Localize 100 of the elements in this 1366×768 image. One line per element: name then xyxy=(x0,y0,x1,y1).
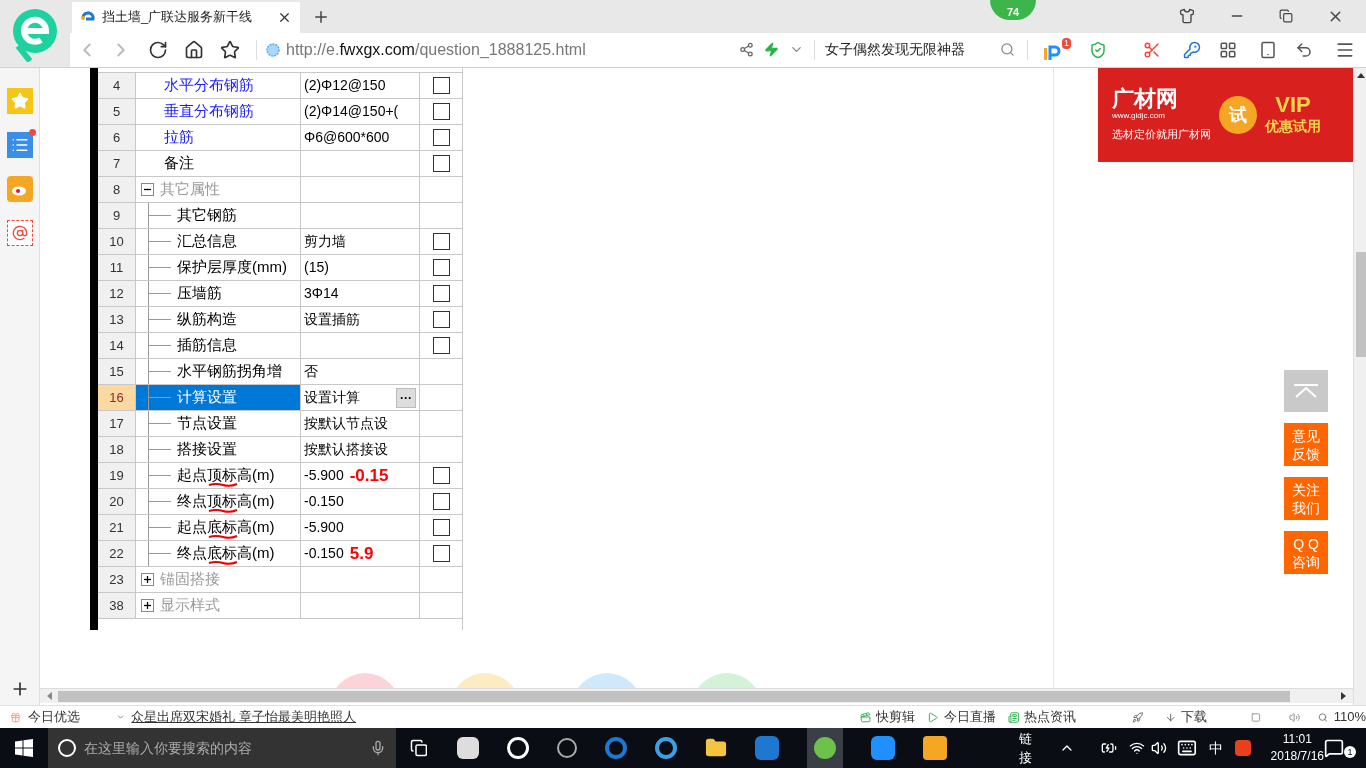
checkbox[interactable] xyxy=(433,493,450,510)
shield-icon[interactable] xyxy=(1089,40,1107,59)
property-name: 节点设置 xyxy=(177,413,237,434)
zoom-icon[interactable] xyxy=(1317,710,1328,724)
row-number: 13 xyxy=(98,307,136,332)
taskbar-search-field[interactable]: 在这里输入你要搜索的内容 xyxy=(47,728,396,768)
shirt-icon[interactable] xyxy=(1179,8,1195,24)
list-icon[interactable] xyxy=(6,132,33,158)
share-icon[interactable] xyxy=(739,42,754,58)
property-value: 剪力墙 xyxy=(304,232,346,251)
task-view-icon[interactable] xyxy=(409,739,428,757)
notification-badge: 1 xyxy=(1062,37,1071,49)
status-item[interactable]: 今日直播 xyxy=(943,707,996,727)
expand-button[interactable] xyxy=(141,599,154,612)
horizontal-scrollbar-thumb[interactable] xyxy=(58,690,1290,702)
tablet-icon[interactable] xyxy=(1259,40,1277,59)
keyboard-icon[interactable] xyxy=(1176,738,1197,758)
property-name: 搭接设置 xyxy=(177,439,237,460)
scissors-icon[interactable] xyxy=(1143,40,1161,59)
property-name: 垂直分布钢筋 xyxy=(164,101,254,122)
property-name: 终点顶标高(m) xyxy=(177,491,275,512)
key-icon[interactable] xyxy=(1183,40,1201,59)
property-name: 其它属性 xyxy=(160,179,220,200)
expand-button[interactable] xyxy=(141,573,154,586)
checkbox[interactable] xyxy=(433,545,450,562)
ime-indicator[interactable]: 中 xyxy=(1208,737,1223,759)
property-name: 汇总信息 xyxy=(177,231,237,252)
property-name: 纵筋构造 xyxy=(177,309,237,330)
home-icon[interactable] xyxy=(184,39,204,60)
battery-icon[interactable] xyxy=(1101,740,1118,756)
vip-text: VIP xyxy=(1275,93,1311,116)
download-label[interactable]: 下载 xyxy=(1180,707,1207,727)
checkbox[interactable] xyxy=(433,155,450,172)
action-center-icon[interactable] xyxy=(1324,738,1344,758)
collapse-button[interactable] xyxy=(141,183,154,196)
property-value: -0.150 xyxy=(304,492,344,511)
property-value: -0.150 xyxy=(304,544,344,563)
checkbox[interactable] xyxy=(433,233,450,250)
row-number: 19 xyxy=(98,463,136,488)
restore-icon[interactable] xyxy=(1279,9,1293,23)
search-icon[interactable] xyxy=(1000,42,1015,58)
plus-icon xyxy=(143,601,152,610)
checkbox[interactable] xyxy=(433,259,450,276)
row-number: 22 xyxy=(98,541,136,566)
status-item[interactable]: 快剪辑 xyxy=(876,707,916,727)
apps-icon[interactable] xyxy=(1219,40,1237,59)
links-label[interactable]: 链接 xyxy=(1019,728,1046,768)
scroll-up-icon[interactable] xyxy=(1356,72,1365,78)
browser-tab[interactable]: 挡土墙_广联达服务新干线 xyxy=(72,1,300,33)
try-badge: 试 xyxy=(1219,96,1257,134)
globe-icon xyxy=(265,41,281,58)
property-value: -5.900 xyxy=(304,466,344,485)
score-count: 74 xyxy=(1006,4,1020,20)
search-field[interactable]: 女子偶然发现无限神器 xyxy=(825,39,1015,61)
wifi-icon[interactable] xyxy=(1129,740,1145,756)
rocket-icon[interactable] xyxy=(1132,709,1144,725)
back-to-top-icon xyxy=(1293,384,1319,398)
news-link[interactable]: 众星出席双宋婚礼 章子怡最美明艳照人 xyxy=(131,707,357,727)
tab-title: 挡土墙_广联达服务新干线 xyxy=(102,8,253,27)
row-number: 5 xyxy=(98,99,136,124)
reload-icon[interactable] xyxy=(148,39,168,60)
mail-icon[interactable] xyxy=(6,220,33,246)
ad-site: www.gldjc.com xyxy=(1112,110,1166,122)
property-name: 压墙筋 xyxy=(177,283,222,304)
scroll-right-icon[interactable] xyxy=(1339,692,1347,700)
checkbox[interactable] xyxy=(433,77,450,94)
property-name: 显示样式 xyxy=(160,595,220,616)
scroll-left-icon[interactable] xyxy=(46,692,54,700)
volume-icon[interactable] xyxy=(1150,740,1167,756)
property-value: 设置插筋 xyxy=(304,310,360,329)
more-button[interactable]: ··· xyxy=(396,387,416,408)
address-field[interactable]: http://e.fwxgx.com/question_1888125.html xyxy=(265,37,715,62)
undo-icon[interactable] xyxy=(1295,40,1313,59)
checkbox[interactable] xyxy=(433,467,450,484)
newspaper-icon xyxy=(1007,709,1020,725)
video-clip-icon xyxy=(860,709,872,725)
today-picks-label[interactable]: 今日优选 xyxy=(28,707,81,727)
star-icon[interactable] xyxy=(220,39,240,60)
property-value: Φ6@600*600 xyxy=(304,128,390,147)
folder-icon[interactable] xyxy=(705,737,728,759)
checkbox[interactable] xyxy=(433,519,450,536)
lightning-icon[interactable] xyxy=(764,42,779,58)
ad-brand: 广材网 xyxy=(1112,87,1179,110)
clock[interactable]: 11:01 2018/7/16 xyxy=(1270,731,1324,765)
zoom-level[interactable]: 110% xyxy=(1333,707,1366,727)
checkbox[interactable] xyxy=(433,311,450,328)
offer-text: 优惠试用 xyxy=(1265,116,1321,136)
status-item[interactable]: 热点资讯 xyxy=(1024,707,1077,727)
checkbox[interactable] xyxy=(433,103,450,120)
row-number: 38 xyxy=(98,593,136,618)
property-value: 按默认搭接设 xyxy=(304,440,388,459)
checkbox[interactable] xyxy=(433,285,450,302)
ad-slogan: 选材定价就用广材网 xyxy=(1112,126,1211,142)
property-name: 水平分布钢筋 xyxy=(164,75,254,96)
checkbox[interactable] xyxy=(433,337,450,354)
vertical-scrollbar-thumb[interactable] xyxy=(1355,252,1366,357)
site-icon xyxy=(80,10,96,24)
property-value: (15) xyxy=(304,258,329,277)
handwritten-note: 5.9 xyxy=(349,542,374,565)
checkbox[interactable] xyxy=(433,129,450,146)
